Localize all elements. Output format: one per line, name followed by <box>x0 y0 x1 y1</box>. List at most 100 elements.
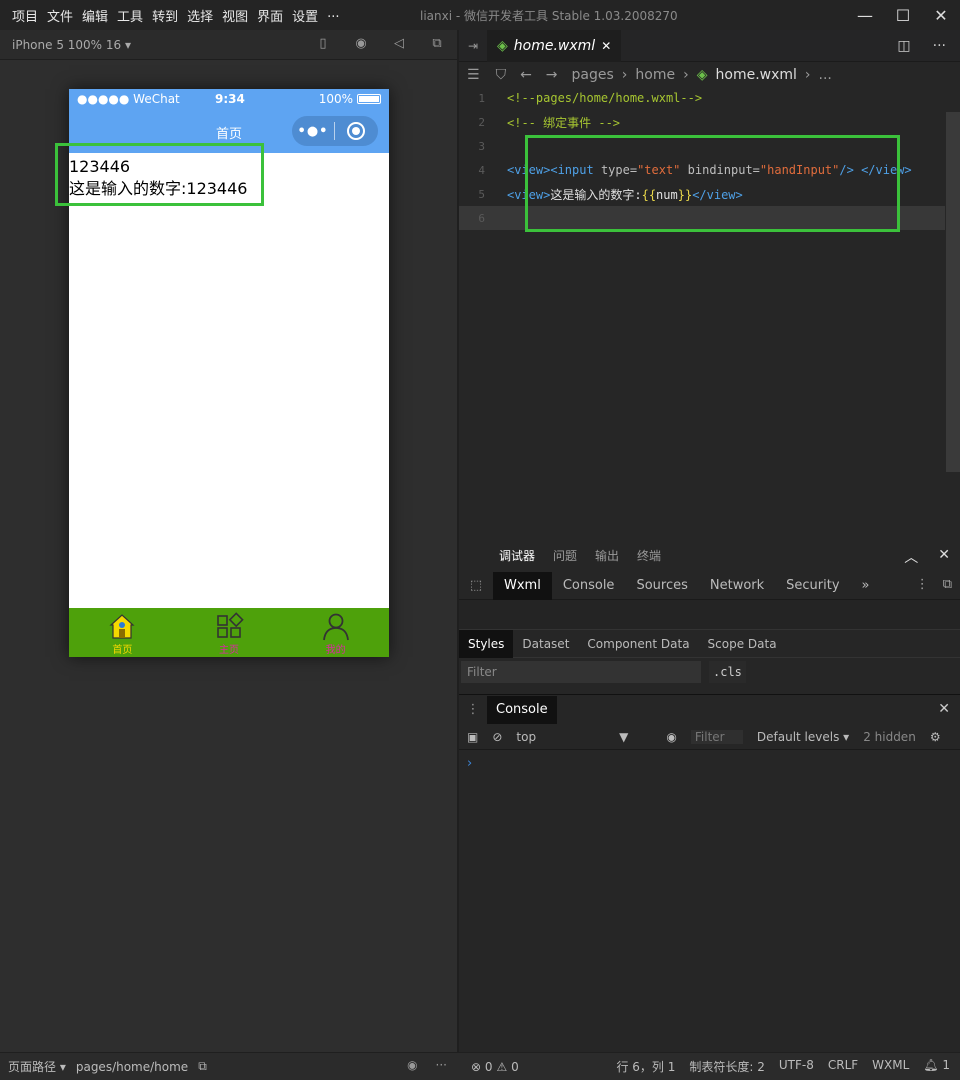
kebab-menu-icon[interactable]: ⋮ <box>916 577 929 592</box>
eye-icon[interactable]: ◉ <box>407 1058 417 1072</box>
tab-styles[interactable]: Styles <box>459 629 514 658</box>
tab-scope-data[interactable]: Scope Data <box>699 630 786 658</box>
maximize-icon[interactable]: ☐ <box>884 0 922 30</box>
menu-edit[interactable]: 编辑 <box>82 6 108 25</box>
split-editor-icon[interactable]: ◫ <box>897 38 910 54</box>
tab-main[interactable]: 主页 <box>176 608 283 657</box>
status-bar: 页面路径 ▾ pages/home/home ⧉ ◉ ··· ⊗ 0 ⚠ 0 行… <box>0 1052 960 1080</box>
close-miniprogram-icon[interactable] <box>335 122 377 140</box>
bookmark-icon[interactable]: ⛉ <box>496 67 507 83</box>
menu-file[interactable]: 文件 <box>47 6 73 25</box>
console-settings-icon[interactable]: ⚙ <box>930 730 941 744</box>
breadcrumb-file[interactable]: home.wxml <box>716 67 797 83</box>
code-editor: ⇥ ◈ home.wxml ✕ ◫ ··· ☰ ⛉ ← → pages › ho… <box>459 29 960 538</box>
styles-filter-input[interactable]: Filter <box>461 661 701 683</box>
language-mode[interactable]: WXML <box>872 1058 909 1075</box>
tab-dataset[interactable]: Dataset <box>513 630 578 658</box>
menu-project[interactable]: 项目 <box>12 6 38 25</box>
menu-settings[interactable]: 设置 <box>292 6 318 25</box>
more-tabs-icon[interactable]: » <box>851 572 881 600</box>
editor-tab-strip: ⇥ ◈ home.wxml ✕ ◫ ··· <box>459 29 960 62</box>
console-toolbar: ▣ ⊘ top ▼ ◉ Filter Default levels ▾ 2 hid… <box>459 724 960 750</box>
menu-more[interactable]: ... <box>327 6 339 25</box>
cls-toggle[interactable]: .cls <box>709 661 746 683</box>
breadcrumb-home[interactable]: home <box>635 67 675 83</box>
more-icon[interactable]: ··· <box>436 1058 447 1072</box>
tab-wxml[interactable]: Wxml <box>493 571 552 600</box>
back-arrow-icon[interactable]: ← <box>520 67 532 83</box>
phone-status-bar: ●●●●● WeChat 9:34 100% <box>69 89 389 109</box>
editor-tab-home-wxml[interactable]: ◈ home.wxml ✕ <box>487 29 622 62</box>
cursor-position[interactable]: 行 6，列 1 <box>616 1058 675 1075</box>
more-dots-icon[interactable]: •●• <box>292 124 334 139</box>
undock-icon[interactable]: ⧉ <box>943 577 952 592</box>
tab-home[interactable]: 首页 <box>69 608 176 657</box>
encoding[interactable]: UTF-8 <box>779 1058 814 1075</box>
drawer-menu-icon[interactable]: ⋮ <box>459 702 487 717</box>
record-icon[interactable]: ◉ <box>353 36 369 52</box>
minimize-icon[interactable]: — <box>846 0 884 30</box>
simulator-toolbar: iPhone 5 100% 16 ▾ ▯ ◉ ◁ ⧉ <box>0 30 457 60</box>
tab-sources[interactable]: Sources <box>625 572 698 600</box>
menu-select[interactable]: 选择 <box>187 6 213 25</box>
hidden-count: 2 hidden <box>863 729 916 744</box>
tab-debugger[interactable]: 调试器 <box>499 547 535 564</box>
tab-component-data[interactable]: Component Data <box>578 630 698 658</box>
console-drawer-header: ⋮ Console ✕ <box>459 694 960 724</box>
tab-output[interactable]: 输出 <box>595 547 619 564</box>
close-panel-icon[interactable]: ✕ <box>938 547 950 567</box>
close-drawer-icon[interactable]: ✕ <box>938 701 950 717</box>
menu-interface[interactable]: 界面 <box>257 6 283 25</box>
wxml-tree[interactable] <box>459 600 960 630</box>
context-selector[interactable]: top ▼ <box>516 730 652 744</box>
copy-icon[interactable]: ⧉ <box>198 1059 207 1074</box>
tab-size[interactable]: 制表符长度: 2 <box>689 1058 765 1075</box>
console-prompt[interactable]: › <box>459 750 960 771</box>
menu-goto[interactable]: 转到 <box>152 6 178 25</box>
page-path-dropdown[interactable]: 页面路径 ▾ <box>8 1058 66 1075</box>
device-selector[interactable]: iPhone 5 100% 16 ▾ <box>12 38 131 52</box>
collapse-panel-icon[interactable]: ︿ <box>904 547 918 567</box>
console-filter-input[interactable]: Filter <box>690 729 743 744</box>
sidebar-toggle-icon[interactable]: ▣ <box>467 730 478 744</box>
tab-network[interactable]: Network <box>699 572 775 600</box>
editor-scrollbar[interactable] <box>946 112 960 472</box>
tab-console[interactable]: Console <box>552 572 626 600</box>
menu-view[interactable]: 视图 <box>222 6 248 25</box>
log-levels-dropdown[interactable]: Default levels ▾ <box>757 730 849 744</box>
breadcrumb-more[interactable]: ... <box>819 67 832 83</box>
code-line: 2 <!-- 绑定事件 --> <box>478 115 621 130</box>
collapse-sidebar-icon[interactable]: ⇥ <box>459 39 487 53</box>
phone-icon[interactable]: ▯ <box>315 36 331 52</box>
breadcrumb: ☰ ⛉ ← → pages › home › ◈ home.wxml › ... <box>467 67 832 83</box>
console-drawer-tab[interactable]: Console <box>487 695 557 724</box>
window-icon[interactable]: ⧉ <box>429 36 445 52</box>
tab-terminal[interactable]: 终端 <box>637 547 661 564</box>
tab-security[interactable]: Security <box>775 572 850 600</box>
wxml-file-icon: ◈ <box>497 37 508 54</box>
clear-console-icon[interactable]: ⊘ <box>492 730 502 744</box>
error-count[interactable]: ⊗ 0 <box>471 1060 493 1074</box>
tab-problems[interactable]: 问题 <box>553 547 577 564</box>
tab-close-icon[interactable]: ✕ <box>601 39 611 53</box>
highlight-box-output <box>55 143 264 206</box>
breadcrumb-pages[interactable]: pages <box>572 67 614 83</box>
carrier-text: ●●●●● WeChat <box>77 92 180 106</box>
element-picker-icon[interactable]: ⬚ <box>459 578 493 593</box>
live-expression-icon[interactable]: ◉ <box>666 730 676 744</box>
warning-count[interactable]: ⚠ 0 <box>497 1060 519 1074</box>
more-actions-icon[interactable]: ··· <box>933 38 946 54</box>
tab-mine[interactable]: 我的 <box>282 608 389 657</box>
close-icon[interactable]: ✕ <box>922 0 960 30</box>
wxml-file-icon: ◈ <box>696 67 708 83</box>
highlight-box-code <box>525 135 900 232</box>
person-icon <box>322 613 349 641</box>
menu-tools[interactable]: 工具 <box>117 6 143 25</box>
capsule-menu: •●• <box>292 116 378 146</box>
bell-icon: 🔔︎ <box>923 1058 939 1072</box>
volume-icon[interactable]: ◁ <box>391 36 407 52</box>
notifications[interactable]: 🔔︎ 1 <box>923 1058 950 1075</box>
outline-icon[interactable]: ☰ <box>467 67 480 83</box>
forward-arrow-icon[interactable]: → <box>546 67 558 83</box>
line-ending[interactable]: CRLF <box>828 1058 858 1075</box>
